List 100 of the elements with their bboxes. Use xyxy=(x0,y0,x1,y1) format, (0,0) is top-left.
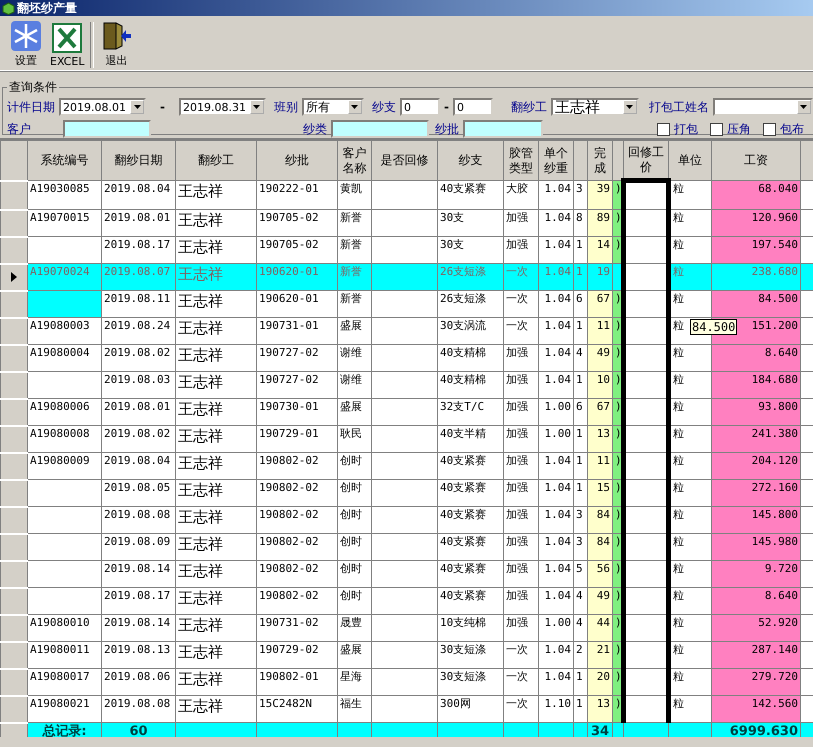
column-header[interactable]: 完成 xyxy=(588,140,612,180)
table-cell: 287.140 xyxy=(712,642,800,668)
table-cell: 加强 xyxy=(504,560,538,588)
column-header[interactable]: 翻纱工 xyxy=(176,140,256,180)
table-cell xyxy=(624,614,668,642)
column-header[interactable] xyxy=(612,140,624,180)
total-cell xyxy=(338,722,372,737)
table-cell: 15C2482N xyxy=(256,696,338,722)
spreadsheet-icon xyxy=(51,22,84,54)
column-header[interactable]: 系统编号 xyxy=(28,140,102,180)
table-cell: 1.00 xyxy=(538,398,574,426)
table-cell: 粒 xyxy=(668,642,712,668)
row-header[interactable] xyxy=(0,264,28,290)
excel-button[interactable]: EXCEL xyxy=(48,22,86,68)
table-cell: 190727-02 xyxy=(256,344,338,372)
table-cell: 40支紧赛 xyxy=(438,452,504,480)
table-cell: 2019.08.13 xyxy=(102,642,176,668)
table-cell: 王志祥 xyxy=(176,588,256,614)
table-cell: 8.640 xyxy=(712,588,800,614)
yarn-type-field[interactable] xyxy=(331,120,429,138)
table-cell: 30支 xyxy=(438,210,504,236)
window-title: 翻坯纱产量 xyxy=(17,0,77,16)
column-header[interactable]: 是否回修 xyxy=(372,140,438,180)
table-cell: A19080009 xyxy=(28,452,102,480)
table-cell: 王志祥 xyxy=(176,614,256,642)
table-cell xyxy=(624,560,668,588)
table-cell: 一次 xyxy=(504,290,538,318)
checkbox[interactable] xyxy=(657,122,670,136)
tooltip: 84.500 xyxy=(690,319,738,335)
table-cell: 2019.08.24 xyxy=(102,318,176,344)
table-cell xyxy=(624,588,668,614)
table-cell: 13 xyxy=(588,696,612,722)
exit-button[interactable]: 退出 xyxy=(98,20,134,68)
table-cell: 190802-02 xyxy=(256,560,338,588)
table-cell: 粒 xyxy=(668,588,712,614)
table-cell: 190802-02 xyxy=(256,588,338,614)
shift-select[interactable]: 所有 xyxy=(302,98,364,116)
table-cell xyxy=(372,642,438,668)
settings-button[interactable]: 设置 xyxy=(8,20,44,68)
table-cell: 一次 xyxy=(504,642,538,668)
table-cell: 89 xyxy=(588,210,612,236)
table-cell: 190705-02 xyxy=(256,236,338,264)
table-cell: 粒 xyxy=(668,372,712,398)
field-label: 班别 xyxy=(274,98,298,116)
table-cell: 粒 xyxy=(668,696,712,722)
table-cell: 创时 xyxy=(338,588,372,614)
table-cell: 2019.08.01 xyxy=(102,210,176,236)
column-header[interactable] xyxy=(574,140,588,180)
worker-select[interactable]: 王志祥 xyxy=(550,98,639,116)
table-cell xyxy=(372,452,438,480)
table-cell: 王志祥 xyxy=(176,264,256,290)
table-cell: 2019.08.03 xyxy=(102,372,176,398)
column-header[interactable]: 工资 xyxy=(712,140,800,180)
column-header[interactable]: 回修工价 xyxy=(624,140,668,180)
table-cell: 26支短涤 xyxy=(438,290,504,318)
table-cell: 1.04 xyxy=(538,318,574,344)
table-cell: A19080017 xyxy=(28,668,102,696)
column-header[interactable]: 客户名称 xyxy=(338,140,372,180)
date-picker[interactable]: 2019.08.31 xyxy=(178,98,266,116)
table-cell: 粒 xyxy=(668,426,712,452)
column-header[interactable] xyxy=(800,140,813,180)
checkbox[interactable] xyxy=(710,122,723,136)
date-picker[interactable]: 2019.08.01 xyxy=(59,98,146,116)
table-cell: 190620-01 xyxy=(256,264,338,290)
table-cell: 40支紧赛 xyxy=(438,480,504,506)
table-cell: 2019.08.04 xyxy=(102,452,176,480)
column-header[interactable]: 纱支 xyxy=(438,140,504,180)
table-cell xyxy=(372,264,438,290)
total-cell xyxy=(538,722,574,737)
total-label: 总记录: xyxy=(28,722,102,737)
column-header[interactable]: 胶管类型 xyxy=(504,140,538,180)
table-cell: 3 xyxy=(574,180,588,210)
checkbox[interactable] xyxy=(763,122,776,136)
table-cell xyxy=(624,426,668,452)
table-cell: A19080003 xyxy=(28,318,102,344)
batch-field[interactable] xyxy=(463,120,543,138)
checkbox-option[interactable]: 压角 xyxy=(710,120,751,138)
checkbox-option[interactable]: 包布 xyxy=(763,120,804,138)
column-header[interactable]: 纱批 xyxy=(256,140,338,180)
column-header[interactable]: 单个纱重 xyxy=(538,140,574,180)
table-cell: 49 xyxy=(588,588,612,614)
table-cell: 145.800 xyxy=(712,506,800,534)
checkbox-option[interactable]: 打包 xyxy=(657,120,698,138)
total-cell xyxy=(438,722,504,737)
table-cell: 新誉 xyxy=(338,236,372,264)
count-to-field[interactable]: 0 xyxy=(452,98,493,116)
table-cell xyxy=(624,264,668,290)
count-from-field[interactable]: 0 xyxy=(400,98,440,116)
table-cell: 40支紧赛 xyxy=(438,180,504,210)
column-header[interactable]: 翻纱日期 xyxy=(102,140,176,180)
table-cell xyxy=(372,614,438,642)
total-cell xyxy=(668,722,712,737)
table-cell: 39 xyxy=(588,180,612,210)
column-header[interactable]: 单位 xyxy=(668,140,712,180)
customer-field[interactable] xyxy=(63,120,151,138)
table-cell: 67 xyxy=(588,398,612,426)
table-cell: 1.04 xyxy=(538,506,574,534)
table-cell: A19080011 xyxy=(28,642,102,668)
packer-select[interactable] xyxy=(712,98,813,116)
table-cell: 1.04 xyxy=(538,344,574,372)
